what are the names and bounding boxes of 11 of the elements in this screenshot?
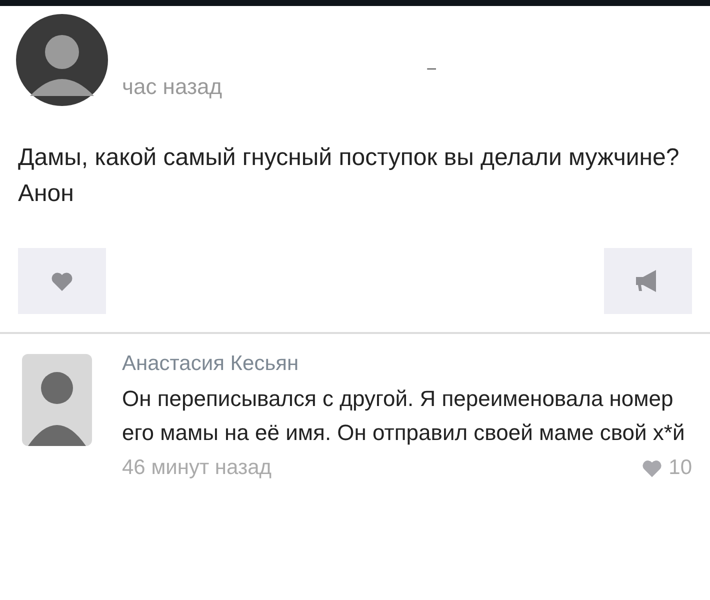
comment-author[interactable]: Анастасия Кесьян: [122, 350, 692, 378]
like-button[interactable]: [18, 248, 106, 314]
share-button[interactable]: [604, 248, 692, 314]
dash-mark: –: [427, 60, 436, 78]
comment-time: 46 минут назад: [122, 456, 272, 480]
heart-icon: [50, 270, 74, 292]
like-count: 10: [668, 456, 692, 480]
post-text: Дамы, какой самый гнусный поступок вы делали мужчине? Анон: [18, 143, 680, 209]
post-time: час назад: [122, 74, 222, 100]
heart-icon: [640, 458, 663, 478]
comment-text: Он переписывался с другой. Я переименовала номер его мамы на её имя. Он отправил своей маме свой х*й: [122, 385, 686, 447]
